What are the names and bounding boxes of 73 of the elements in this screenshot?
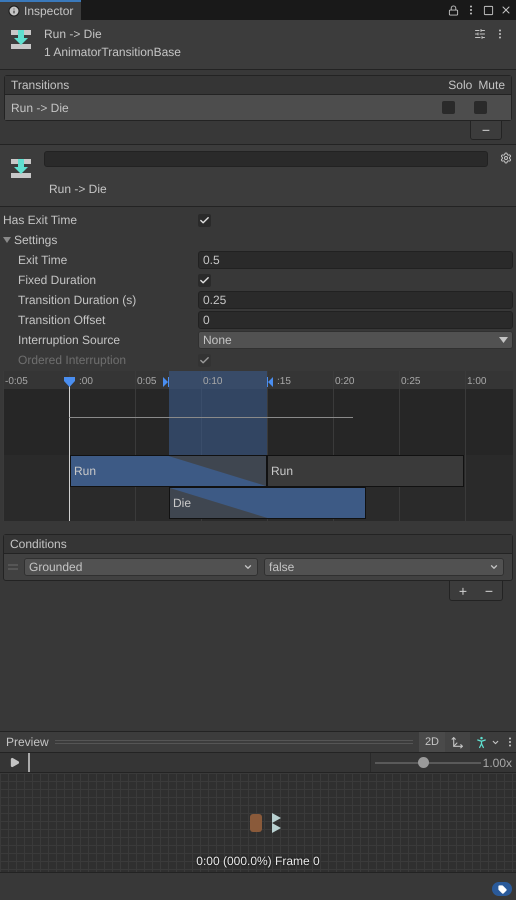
value-field[interactable]: 0.25 xyxy=(198,291,513,309)
clip-bar[interactable]: Die xyxy=(169,487,366,519)
column-header: Solo xyxy=(448,77,472,94)
transition-label: Run -> Die xyxy=(49,181,108,198)
ruler-label: 0:25 xyxy=(401,375,420,389)
caret-icon xyxy=(499,337,508,343)
end-marker-icon[interactable] xyxy=(267,377,273,387)
close-icon[interactable] xyxy=(500,4,512,16)
preview-readout: 0:00 (000.0%) Frame 0 xyxy=(196,853,320,870)
drag-handle-icon[interactable] xyxy=(8,564,18,570)
dropdown[interactable]: None xyxy=(198,331,513,349)
gizmo-button[interactable] xyxy=(445,732,470,752)
start-marker-icon[interactable] xyxy=(163,377,169,387)
header-subtitle: 1 AnimatorTransitionBase xyxy=(44,44,182,61)
transition-icon xyxy=(10,157,32,179)
value-dropdown[interactable]: false xyxy=(264,558,504,576)
ruler-label: -0:05 xyxy=(5,375,28,389)
preview-title: Preview xyxy=(6,734,49,751)
avatar-icon xyxy=(474,734,489,750)
checkbox[interactable] xyxy=(474,101,487,114)
lock-icon[interactable] xyxy=(448,4,459,16)
timeline[interactable]: -0:05 :00 0:05 0:10 :15 0:20 0:25 1:00 Run Run Die xyxy=(3,371,513,521)
scrub-handle[interactable] xyxy=(28,752,30,772)
speed-slider[interactable] xyxy=(374,756,481,768)
list-header: Transitions xyxy=(11,77,70,94)
settings-foldout[interactable]: Settings xyxy=(0,230,58,250)
column-header: Mute xyxy=(478,77,505,94)
checkbox[interactable] xyxy=(442,101,455,114)
transition-name: Run -> Die xyxy=(11,100,70,116)
foldout-arrow-icon xyxy=(3,236,11,244)
character-sprite xyxy=(250,814,262,832)
slider-thumb[interactable] xyxy=(418,757,430,768)
pivot-arrows-icon xyxy=(272,813,281,833)
transition-icon xyxy=(10,28,32,50)
maximize-icon[interactable] xyxy=(483,4,494,16)
caret-icon xyxy=(243,562,253,572)
playhead-marker-icon[interactable] xyxy=(64,377,75,387)
property-label: Transition Duration (s) xyxy=(18,292,138,309)
inspector-tab[interactable]: Inspector xyxy=(0,0,82,20)
clip-bar[interactable]: Run xyxy=(70,455,267,487)
ruler-label: :15 xyxy=(277,375,291,389)
add-button[interactable]: + xyxy=(450,581,476,600)
property-label: Exit Time xyxy=(18,252,68,269)
parameter-dropdown[interactable]: Grounded xyxy=(24,558,258,576)
caret-icon xyxy=(489,562,499,572)
play-icon xyxy=(8,757,20,768)
ruler-label: 0:10 xyxy=(203,375,222,389)
property-label: Has Exit Time xyxy=(3,212,78,229)
property-label: Transition Offset xyxy=(18,312,106,329)
property-label: Interruption Source xyxy=(18,332,122,349)
value-field[interactable]: 0.5 xyxy=(198,251,513,269)
header-title: Run -> Die xyxy=(44,26,103,43)
ruler-label: :00 xyxy=(79,375,93,389)
remove-button[interactable]: − xyxy=(470,121,502,140)
remove-button[interactable]: − xyxy=(476,581,502,600)
ruler-label: 1:00 xyxy=(467,375,486,389)
settings-icon[interactable] xyxy=(500,152,512,164)
info-icon xyxy=(8,5,20,17)
checkbox[interactable] xyxy=(198,274,211,286)
tag-badge[interactable] xyxy=(492,882,512,896)
transition-row[interactable]: Run -> Die xyxy=(5,95,511,120)
checkbox[interactable] xyxy=(198,214,211,226)
property-label: Fixed Duration xyxy=(18,272,98,289)
mode-2d-button[interactable]: 2D xyxy=(418,732,445,752)
name-field[interactable] xyxy=(44,151,488,167)
ruler-label: 0:20 xyxy=(335,375,354,389)
clip-bar[interactable]: Run xyxy=(267,455,464,487)
value-field[interactable]: 0 xyxy=(198,311,513,329)
speed-value: 1.00x xyxy=(482,754,512,772)
list-header: Conditions xyxy=(10,536,67,553)
sliders-icon[interactable] xyxy=(474,28,486,40)
axes-icon xyxy=(451,736,464,748)
ruler-label: 0:05 xyxy=(137,375,156,389)
